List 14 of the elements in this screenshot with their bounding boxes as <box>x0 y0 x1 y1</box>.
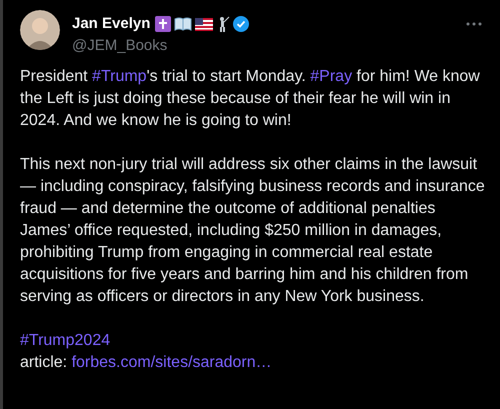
tweet-paragraph: President #Trump's trial to start Monday. #Pray for him! We know the Left is just doing these because of their fear he will win in 2024. And we know he is going to win! <box>20 66 481 130</box>
hashtag-link[interactable]: #Pray <box>310 68 352 84</box>
article-link[interactable]: forbes.com/sites/saradorn… <box>72 354 272 370</box>
book-icon <box>174 17 192 32</box>
author-handle[interactable]: @JEM_Books <box>72 36 488 56</box>
author-name[interactable]: Jan Evelyn <box>72 13 150 36</box>
more-options-icon[interactable] <box>466 22 482 26</box>
hashtag-link[interactable]: #Trump <box>92 68 147 84</box>
tweet-paragraph: This next non-jury trial will address six other claims in the lawsuit — including conspiracy, falsifying business records and insurance fraud — and determine the outcome of additional penalties James’ office requested, including $250 million in damages, prohibiting Trump from engaging in commercial real estate acquisitions for five years and barring him and his children from serving as officers or directors in any New York business. <box>20 154 486 306</box>
avatar[interactable] <box>20 10 60 50</box>
hashtag-link[interactable]: #Trump2024 <box>20 332 110 348</box>
tweet-line: article: forbes.com/sites/saradorn… <box>20 352 273 372</box>
flag-icon <box>195 18 214 31</box>
cross-icon <box>155 16 172 32</box>
